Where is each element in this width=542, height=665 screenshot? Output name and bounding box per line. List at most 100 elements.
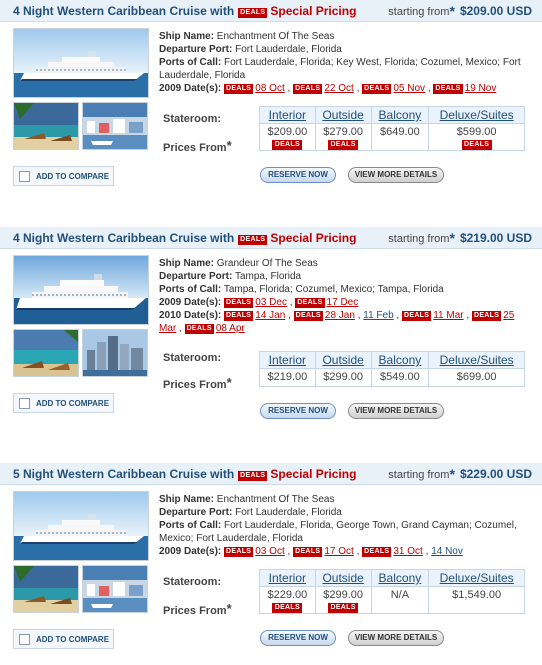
add-to-compare[interactable]: ADD TO COMPARE <box>13 393 114 413</box>
date-item[interactable]: DEALS 28 Jan <box>293 310 355 321</box>
col-interior[interactable]: Interior <box>259 351 316 369</box>
date-link[interactable]: 11 Mar <box>433 310 463 321</box>
date-link[interactable]: 14 Nov <box>431 546 463 557</box>
special-pricing-label: Special Pricing <box>270 231 357 245</box>
date-link[interactable]: 17 Dec <box>327 297 359 308</box>
beach-photo[interactable] <box>13 329 79 377</box>
beach-photo[interactable] <box>13 102 79 150</box>
ship-name-row: Ship Name: Enchantment Of The Seas <box>159 30 531 43</box>
date-link[interactable]: 14 Jan <box>255 310 285 321</box>
date-link[interactable]: 17 Oct <box>324 546 353 557</box>
compare-checkbox[interactable] <box>19 171 30 182</box>
price-table: Interior Outside Balcony Deluxe/Suites $… <box>259 351 525 387</box>
col-interior[interactable]: Interior <box>259 569 316 587</box>
deals-badge: DEALS <box>293 547 323 557</box>
port-photo[interactable] <box>82 565 148 613</box>
compare-label[interactable]: ADD TO COMPARE <box>36 172 109 181</box>
date-link[interactable]: 28 Jan <box>325 310 355 321</box>
beach-photo[interactable] <box>13 565 79 613</box>
deals-badge: DEALS <box>362 547 392 557</box>
date-item[interactable]: DEALS 03 Oct <box>224 546 285 557</box>
date-item[interactable]: DEALS 03 Dec <box>224 297 287 308</box>
title-text[interactable]: 4 Night Western Caribbean Cruise with <box>13 4 234 18</box>
price-outside: $299.00 DEALS <box>314 586 372 614</box>
date-item[interactable]: DEALS 19 Nov <box>433 83 496 94</box>
starting-price: starting from* $219.00 USD <box>388 230 532 246</box>
stateroom-label: Stateroom: <box>163 352 222 364</box>
departure-row: Departure Port: Fort Lauderdale, Florida <box>159 43 531 56</box>
date-link[interactable]: 08 Apr <box>216 323 245 334</box>
reserve-now-button[interactable]: RESERVE NOW <box>260 403 336 419</box>
date-link[interactable]: 03 Oct <box>255 546 284 557</box>
date-link[interactable]: 11 Feb <box>363 310 393 321</box>
compare-checkbox[interactable] <box>19 634 30 645</box>
reserve-now-button[interactable]: RESERVE NOW <box>260 630 336 646</box>
col-interior[interactable]: Interior <box>259 106 316 124</box>
listing-title[interactable]: 5 Night Western Caribbean Cruise with DEA… <box>13 467 356 481</box>
price-table-header: Interior Outside Balcony Deluxe/Suites <box>259 106 525 124</box>
view-more-details-button[interactable]: VIEW MORE DETAILS <box>348 630 444 646</box>
date-link[interactable]: 08 Oct <box>255 83 284 94</box>
add-to-compare[interactable]: ADD TO COMPARE <box>13 629 114 649</box>
deals-badge: DEALS <box>238 235 268 245</box>
date-item[interactable]: DEALS 08 Oct <box>224 83 285 94</box>
ship-name-row: Ship Name: Grandeur Of The Seas <box>159 257 531 270</box>
price-table: Interior Outside Balcony Deluxe/Suites $… <box>259 569 525 614</box>
view-more-details-button[interactable]: VIEW MORE DETAILS <box>348 167 444 183</box>
listing-title[interactable]: 4 Night Western Caribbean Cruise with DEA… <box>13 231 356 245</box>
date-item[interactable]: 14 Nov <box>431 546 463 557</box>
ship-photo[interactable] <box>13 255 149 325</box>
dates-row: 2009 Date(s): DEALS 08 Oct , DEALS 22 Oct … <box>159 83 497 94</box>
add-to-compare[interactable]: ADD TO COMPARE <box>13 166 114 186</box>
compare-label[interactable]: ADD TO COMPARE <box>36 399 109 408</box>
ship-photo[interactable] <box>13 28 149 98</box>
col-deluxe-suites[interactable]: Deluxe/Suites <box>428 351 525 369</box>
deals-badge: DEALS <box>272 603 303 613</box>
date-item[interactable]: DEALS 05 Nov <box>362 83 425 94</box>
date-link[interactable]: 31 Oct <box>393 546 422 557</box>
date-link[interactable]: 19 Nov <box>465 83 497 94</box>
title-text[interactable]: 4 Night Western Caribbean Cruise with <box>13 231 234 245</box>
ship-name-row: Ship Name: Enchantment Of The Seas <box>159 493 531 506</box>
col-outside[interactable]: Outside <box>314 106 372 124</box>
deals-badge: DEALS <box>238 8 268 18</box>
col-deluxe-suites[interactable]: Deluxe/Suites <box>428 569 525 587</box>
col-balcony[interactable]: Balcony <box>370 106 430 124</box>
col-deluxe-suites[interactable]: Deluxe/Suites <box>428 106 525 124</box>
asterisk: * <box>449 230 455 246</box>
listing-title[interactable]: 4 Night Western Caribbean Cruise with DEA… <box>13 4 356 18</box>
date-item[interactable]: DEALS 17 Oct <box>293 546 354 557</box>
title-text[interactable]: 5 Night Western Caribbean Cruise with <box>13 467 234 481</box>
date-item[interactable]: DEALS 11 Mar <box>402 310 464 321</box>
departure-value: Fort Lauderdale, Florida <box>235 44 342 55</box>
col-balcony[interactable]: Balcony <box>370 351 430 369</box>
deals-badge: DEALS <box>224 298 254 308</box>
compare-label[interactable]: ADD TO COMPARE <box>36 635 109 644</box>
price-table-header: Interior Outside Balcony Deluxe/Suites <box>259 351 525 369</box>
price-value: $229.00 <box>267 589 308 601</box>
price-row: $229.00 DEALS $299.00 DEALS N/A $1,549.00 <box>259 586 525 614</box>
date-item[interactable]: DEALS 31 Oct <box>362 546 423 557</box>
date-item[interactable]: 11 Feb <box>363 310 393 321</box>
col-balcony[interactable]: Balcony <box>370 569 430 587</box>
date-link[interactable]: 22 Oct <box>324 83 353 94</box>
cruise-details: Ship Name: Enchantment Of The Seas Depar… <box>159 493 531 558</box>
reserve-now-button[interactable]: RESERVE NOW <box>260 167 336 183</box>
date-item[interactable]: DEALS 22 Oct <box>293 83 354 94</box>
date-link[interactable]: 03 Dec <box>255 297 287 308</box>
compare-checkbox[interactable] <box>19 398 30 409</box>
date-item[interactable]: DEALS 08 Apr <box>184 323 245 334</box>
asterisk: * <box>449 466 455 482</box>
price-row: $219.00 $299.00 $549.00 $699.00 <box>259 368 525 387</box>
deals-badge: DEALS <box>272 140 303 150</box>
col-outside[interactable]: Outside <box>314 351 372 369</box>
port-photo[interactable] <box>82 102 148 150</box>
ship-photo[interactable] <box>13 491 149 561</box>
date-item[interactable]: DEALS 17 Dec <box>295 297 358 308</box>
col-outside[interactable]: Outside <box>314 569 372 587</box>
date-item[interactable]: DEALS 14 Jan <box>224 310 285 321</box>
city-photo[interactable] <box>82 329 148 377</box>
view-more-details-button[interactable]: VIEW MORE DETAILS <box>348 403 444 419</box>
asterisk: * <box>449 3 455 19</box>
date-link[interactable]: 05 Nov <box>393 83 425 94</box>
